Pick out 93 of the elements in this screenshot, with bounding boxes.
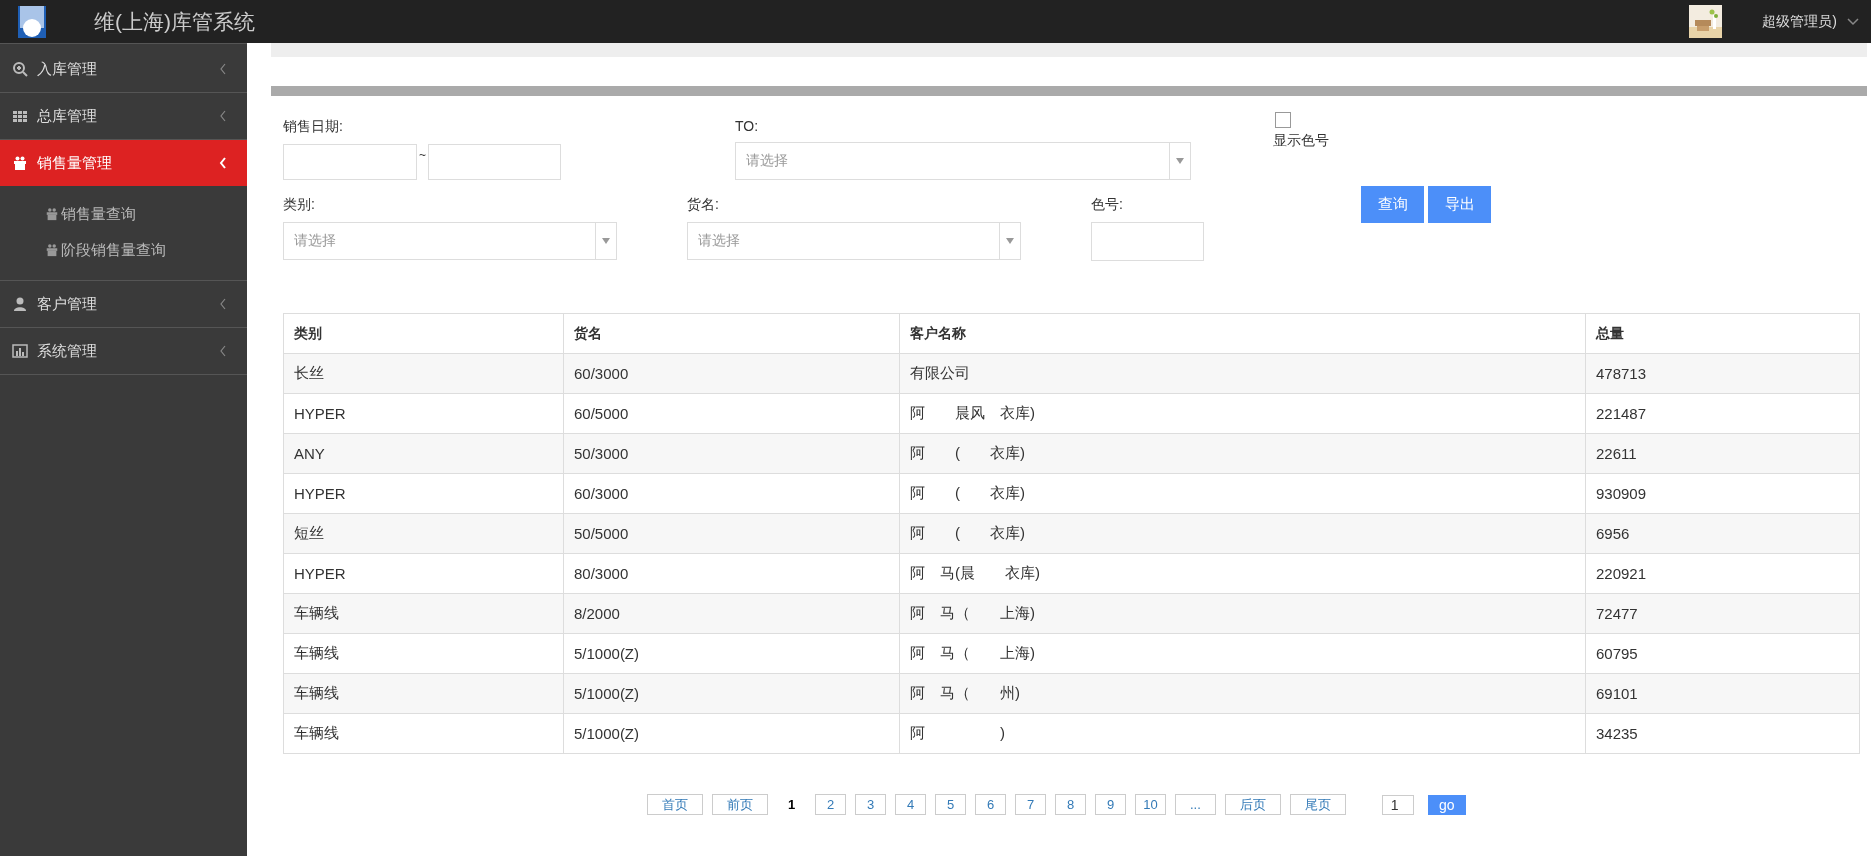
table-cell: HYPER	[283, 553, 564, 594]
table-cell: ANY	[283, 433, 564, 474]
table-cell: 34235	[1585, 713, 1860, 754]
field-label: TO:	[735, 118, 759, 134]
user-icon	[12, 296, 28, 312]
select-field[interactable]: 请选择	[283, 222, 617, 260]
table-cell: 60795	[1585, 633, 1860, 674]
table-cell: 车辆线	[283, 673, 564, 714]
select-field[interactable]: 请选择	[735, 142, 1191, 180]
table-cell: 车辆线	[283, 713, 564, 754]
date-field[interactable]	[283, 144, 417, 180]
column-header: 总量	[1585, 313, 1860, 354]
sidebar-item[interactable]: 销售量管理	[0, 140, 247, 186]
table-cell: 22611	[1585, 433, 1860, 474]
logo-icon	[18, 5, 46, 38]
ellipsis-button[interactable]: ...	[1175, 794, 1216, 815]
column-header: 类别	[283, 313, 564, 354]
column-header: 货名	[563, 313, 900, 354]
user-name[interactable]: 超级管理员)	[1762, 12, 1837, 31]
checkbox[interactable]	[1275, 112, 1291, 128]
table-cell: 220921	[1585, 553, 1860, 594]
page-button[interactable]: 7	[1015, 794, 1046, 815]
page-button[interactable]: 5	[935, 794, 966, 815]
table-cell: 阿 晨风 衣库)	[899, 393, 1586, 434]
range-separator: ~	[419, 148, 426, 162]
dropdown-arrow-icon[interactable]	[1176, 158, 1184, 164]
table-cell: 5/1000(Z)	[563, 673, 900, 714]
table-cell: 有限公司	[899, 353, 1586, 394]
page-button[interactable]: 10	[1135, 794, 1166, 815]
table-cell: 60/3000	[563, 353, 900, 394]
table-cell: HYPER	[283, 473, 564, 514]
field-label: 货名:	[687, 196, 719, 214]
submenu-item[interactable]: 阶段销售量查询	[45, 232, 247, 268]
table-cell: 478713	[1585, 353, 1860, 394]
zoom-icon	[12, 61, 28, 77]
gift-icon	[12, 155, 28, 171]
export-button[interactable]: 导出	[1428, 186, 1491, 223]
table-cell: 5/1000(Z)	[563, 713, 900, 754]
table-cell: 阿 马（ 上海)	[899, 633, 1586, 674]
page-button[interactable]: 2	[815, 794, 846, 815]
page-button[interactable]: 9	[1095, 794, 1126, 815]
color-field[interactable]	[1091, 222, 1204, 261]
table-cell: 69101	[1585, 673, 1860, 714]
dropdown-arrow-icon[interactable]	[1006, 238, 1014, 244]
table-cell: 8/2000	[563, 593, 900, 634]
page-button[interactable]: 3	[855, 794, 886, 815]
table-cell: 72477	[1585, 593, 1860, 634]
column-header: 客户名称	[899, 313, 1586, 354]
gift-icon	[45, 207, 59, 221]
caret-icon[interactable]	[1847, 17, 1859, 26]
field-label: 销售日期:	[283, 118, 343, 136]
select-field[interactable]: 请选择	[687, 222, 1021, 260]
table-cell: 60/5000	[563, 393, 900, 434]
search-button[interactable]: 查询	[1361, 186, 1424, 223]
table-cell: 6956	[1585, 513, 1860, 554]
table-cell: 60/3000	[563, 473, 900, 514]
table-cell: 短丝	[283, 513, 564, 554]
table-cell: 长丝	[283, 353, 564, 394]
table-cell: 车辆线	[283, 593, 564, 634]
submenu-item[interactable]: 销售量查询	[45, 196, 247, 232]
table-cell: 50/5000	[563, 513, 900, 554]
app-title: 维(上海)库管系统	[94, 8, 255, 35]
page-input[interactable]: 1	[1381, 794, 1414, 815]
gift-icon	[45, 243, 59, 257]
table-cell: 阿 ( 衣库)	[899, 433, 1586, 474]
next-page-button[interactable]: 后页	[1224, 794, 1281, 815]
table-cell: 阿 马（ 州)	[899, 673, 1586, 714]
grid-icon	[12, 108, 28, 124]
field-label: 类别:	[283, 196, 315, 214]
table-cell: 阿 ( 衣库)	[899, 513, 1586, 554]
table-cell: 阿 马(晨 衣库)	[899, 553, 1586, 594]
checkbox-label: 显示色号	[1273, 132, 1329, 150]
table-cell: 车辆线	[283, 633, 564, 674]
table-cell: 阿 ( 衣库)	[899, 473, 1586, 514]
table-cell: 5/1000(Z)	[563, 633, 900, 674]
table-cell: HYPER	[283, 393, 564, 434]
table-cell: 221487	[1585, 393, 1860, 434]
page-button[interactable]: 8	[1055, 794, 1086, 815]
chart-icon	[12, 343, 28, 359]
previous-page-button[interactable]: 前页	[712, 794, 768, 815]
dropdown-arrow-icon[interactable]	[602, 238, 610, 244]
date-field[interactable]	[428, 144, 561, 180]
page-button[interactable]: 6	[975, 794, 1006, 815]
field-label: 色号:	[1091, 196, 1123, 214]
table-cell: 阿 马（ 上海)	[899, 593, 1586, 634]
table-cell: 阿 )	[899, 713, 1586, 754]
first-page-button[interactable]: 首页	[647, 794, 703, 815]
go-button[interactable]: go	[1427, 794, 1466, 815]
page-button[interactable]: 4	[895, 794, 926, 815]
table-cell: 930909	[1585, 473, 1860, 514]
table-cell: 80/3000	[563, 553, 900, 594]
last-page-button[interactable]: 尾页	[1289, 794, 1346, 815]
table-cell: 50/3000	[563, 433, 900, 474]
